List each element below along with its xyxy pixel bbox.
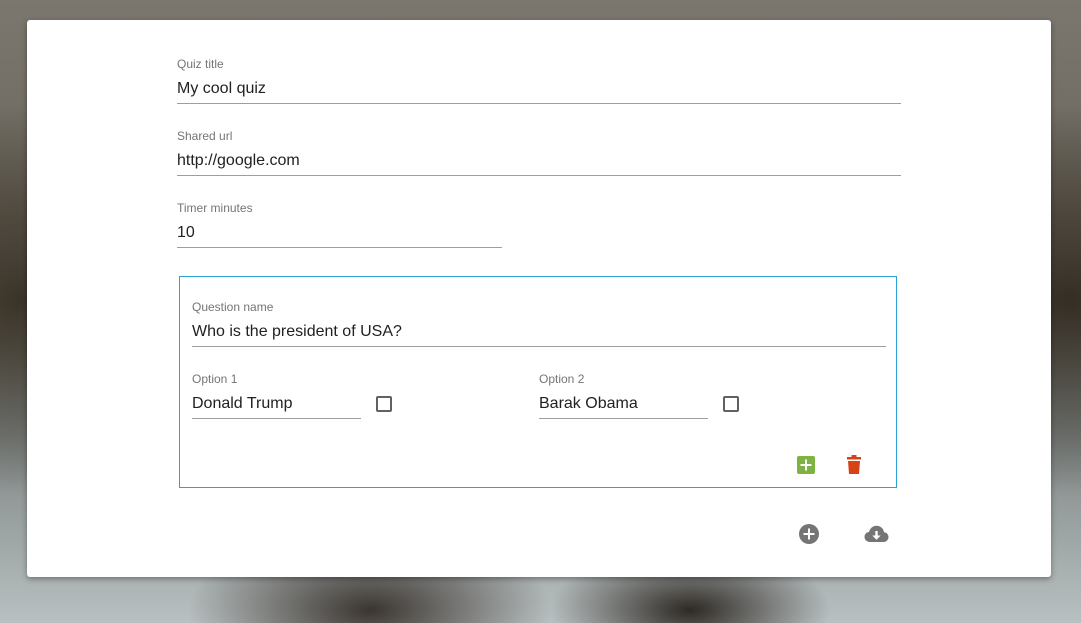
option-2-field: Option 2 Barak Obama bbox=[539, 372, 708, 419]
option-1-correct-checkbox[interactable] bbox=[376, 396, 392, 412]
plus-circle-icon bbox=[799, 524, 819, 544]
timer-minutes-input[interactable]: 10 bbox=[177, 223, 502, 248]
question-card: Question name Who is the president of US… bbox=[179, 276, 897, 488]
timer-minutes-field: Timer minutes 10 bbox=[177, 201, 502, 248]
plus-box-icon bbox=[797, 456, 815, 474]
shared-url-input[interactable]: http://google.com bbox=[177, 151, 901, 176]
quiz-editor-card: Quiz title My cool quiz Shared url http:… bbox=[27, 20, 1051, 577]
quiz-title-label: Quiz title bbox=[177, 57, 224, 71]
delete-question-button[interactable] bbox=[847, 455, 861, 479]
add-option-button[interactable] bbox=[797, 456, 815, 479]
option-1-label: Option 1 bbox=[192, 372, 238, 386]
question-name-field: Question name Who is the president of US… bbox=[192, 300, 886, 347]
option-1-field: Option 1 Donald Trump bbox=[192, 372, 361, 419]
shared-url-label: Shared url bbox=[177, 129, 233, 143]
option-1-input[interactable]: Donald Trump bbox=[192, 394, 361, 419]
trash-icon bbox=[847, 455, 861, 474]
shared-url-field: Shared url http://google.com bbox=[177, 129, 901, 176]
cloud-download-icon bbox=[864, 525, 889, 542]
quiz-title-input[interactable]: My cool quiz bbox=[177, 79, 901, 104]
question-name-input[interactable]: Who is the president of USA? bbox=[192, 322, 886, 347]
option-2-correct-checkbox[interactable] bbox=[723, 396, 739, 412]
timer-minutes-label: Timer minutes bbox=[177, 201, 253, 215]
option-2-label: Option 2 bbox=[539, 372, 585, 386]
question-name-label: Question name bbox=[192, 300, 274, 314]
option-2-input[interactable]: Barak Obama bbox=[539, 394, 708, 419]
save-quiz-button[interactable] bbox=[864, 525, 889, 548]
add-question-button[interactable] bbox=[799, 524, 819, 549]
quiz-title-field: Quiz title My cool quiz bbox=[177, 57, 901, 104]
